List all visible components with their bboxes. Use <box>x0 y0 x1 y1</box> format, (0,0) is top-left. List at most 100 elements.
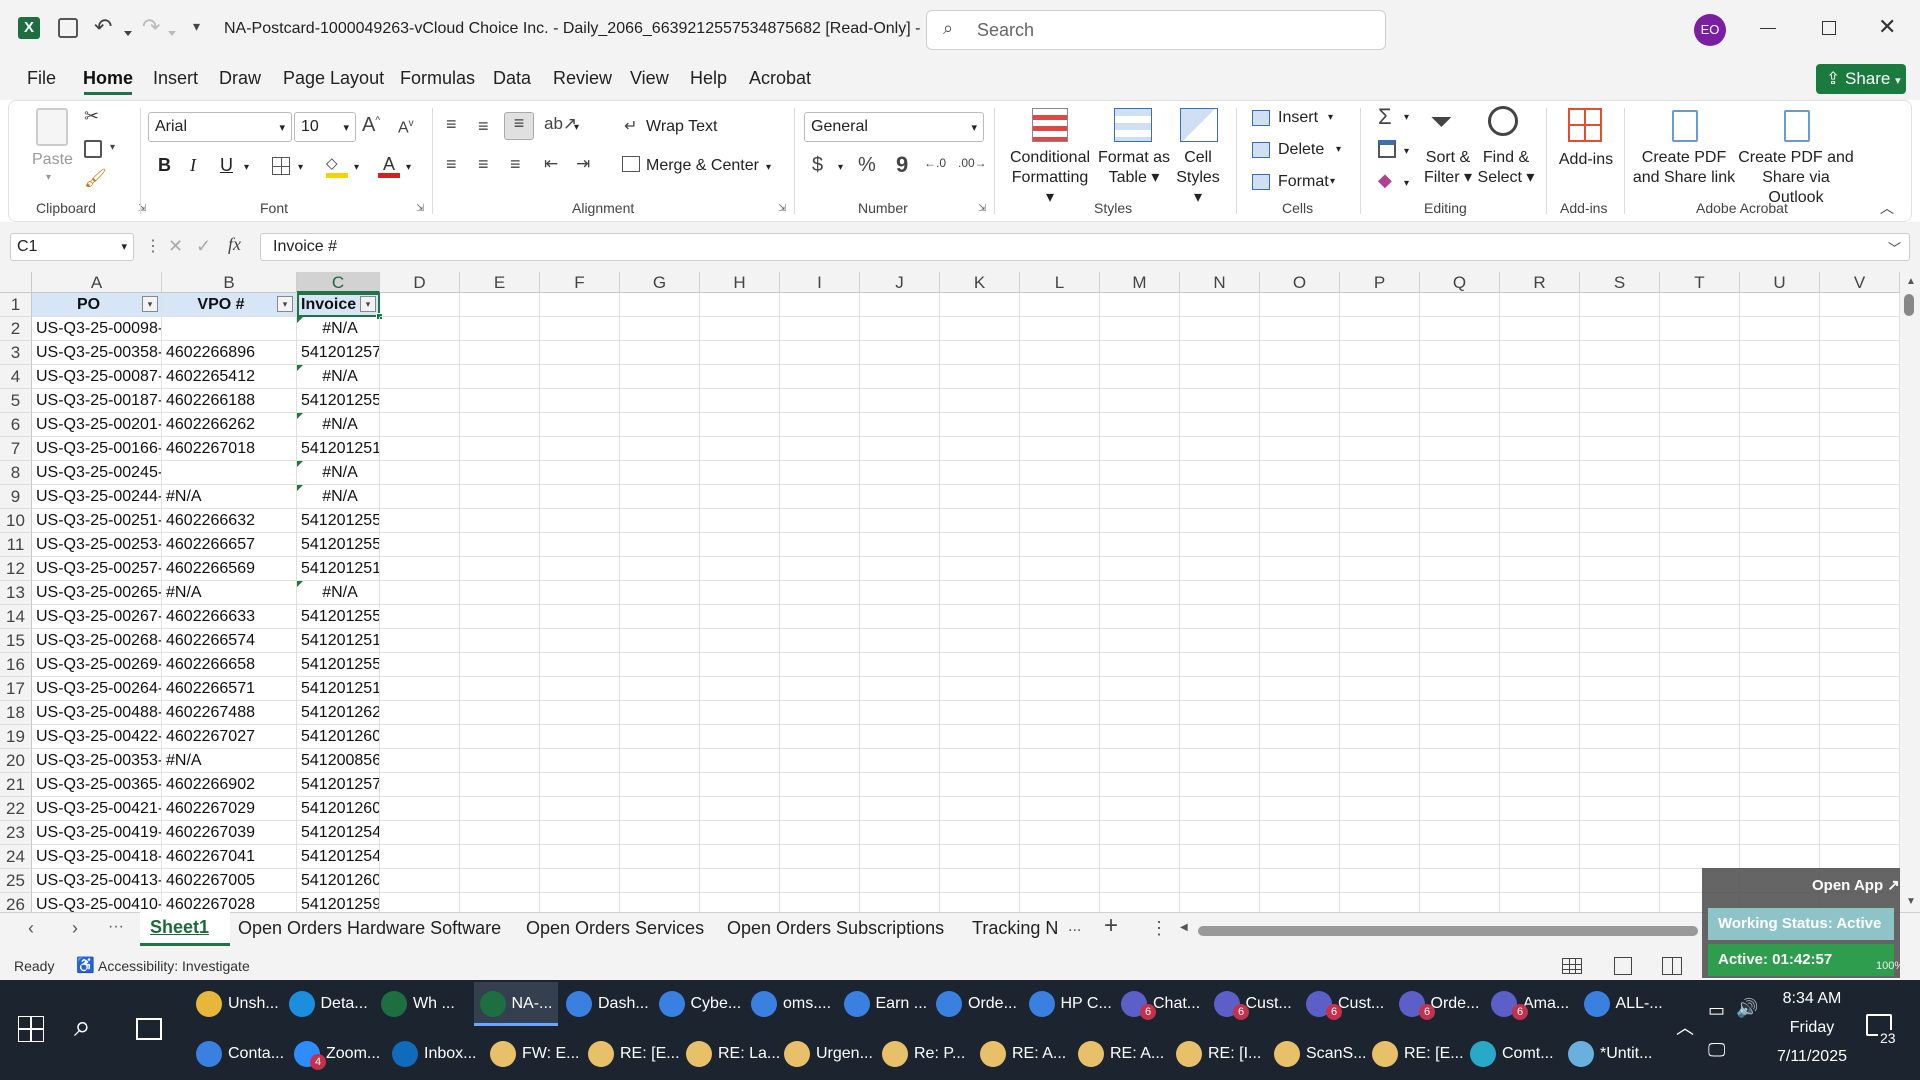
cell-invoice[interactable]: 5412012620 <box>297 701 380 725</box>
scroll-down-icon[interactable]: ▼ <box>1906 896 1916 907</box>
row-header[interactable]: 3 <box>0 341 32 365</box>
cell[interactable] <box>1420 581 1500 605</box>
cell[interactable] <box>540 749 620 773</box>
row-header[interactable]: 25 <box>0 869 32 893</box>
cell[interactable] <box>1660 293 1740 317</box>
cell-po[interactable]: US-Q3-25-00244-P <box>32 485 162 509</box>
cell[interactable] <box>1740 437 1820 461</box>
show-hidden-icons[interactable]: ︿ <box>1676 1014 1694 1040</box>
cell[interactable] <box>620 317 700 341</box>
cell-invoice[interactable]: 5412012574 <box>297 341 380 365</box>
expand-formula-icon[interactable]: ﹀ <box>1888 238 1901 257</box>
cell[interactable] <box>1180 605 1260 629</box>
cell[interactable] <box>1340 557 1420 581</box>
cell[interactable] <box>380 845 460 869</box>
cell[interactable] <box>700 845 780 869</box>
cell[interactable] <box>1340 365 1420 389</box>
cell[interactable] <box>620 773 700 797</box>
cell[interactable] <box>1180 797 1260 821</box>
taskbar-app[interactable]: Cust... <box>1213 982 1292 1026</box>
cell[interactable] <box>1020 341 1100 365</box>
taskbar-app[interactable]: ALL-... <box>1583 982 1663 1026</box>
cell[interactable] <box>1260 749 1340 773</box>
font-color-icon[interactable]: A <box>378 154 400 178</box>
cut-icon[interactable]: ✂ <box>84 106 99 127</box>
cell[interactable] <box>780 677 860 701</box>
cell[interactable] <box>1420 749 1500 773</box>
cell-po[interactable]: US-Q3-25-00488-P <box>32 701 162 725</box>
avatar[interactable]: EO <box>1694 14 1726 46</box>
font-size-select[interactable]: 10 ▾ <box>294 112 356 142</box>
cell[interactable] <box>860 701 940 725</box>
cell[interactable] <box>1100 797 1180 821</box>
underline-button[interactable]: U <box>220 155 233 176</box>
column-header-q[interactable]: Q <box>1420 272 1500 293</box>
row-header[interactable]: 23 <box>0 821 32 845</box>
network-icon[interactable]: 🖵 <box>1708 1040 1725 1061</box>
more-sheets-icon[interactable]: ... <box>1068 918 1081 936</box>
cell[interactable] <box>940 797 1020 821</box>
cell[interactable] <box>540 461 620 485</box>
merge-center-button[interactable]: Merge & Center <box>646 157 759 175</box>
cell[interactable] <box>620 677 700 701</box>
cell-po[interactable]: US-Q3-25-00413-P <box>32 869 162 893</box>
cell[interactable] <box>780 653 860 677</box>
cell[interactable] <box>460 533 540 557</box>
row-header[interactable]: 16 <box>0 653 32 677</box>
cell[interactable] <box>620 821 700 845</box>
cell[interactable] <box>1260 869 1340 893</box>
cell[interactable] <box>540 509 620 533</box>
orientation-dropdown-icon[interactable]: ▾ <box>574 122 579 133</box>
column-header-g[interactable]: G <box>620 272 700 293</box>
decrease-indent-icon[interactable]: ⇤ <box>544 154 558 174</box>
tab-home[interactable]: Home <box>83 68 133 89</box>
cell[interactable] <box>380 629 460 653</box>
cell-po[interactable]: US-Q3-25-00245-P <box>32 461 162 485</box>
cell[interactable] <box>700 797 780 821</box>
row-header[interactable]: 8 <box>0 461 32 485</box>
cell[interactable] <box>1340 629 1420 653</box>
row-header[interactable]: 20 <box>0 749 32 773</box>
increase-font-icon[interactable]: A^ <box>362 114 380 137</box>
cell[interactable] <box>1180 341 1260 365</box>
cell[interactable] <box>1740 293 1820 317</box>
cell[interactable] <box>1020 773 1100 797</box>
cell-styles-button[interactable]: Cell Styles ▾ <box>1170 148 1226 208</box>
cell[interactable] <box>1180 581 1260 605</box>
cell[interactable] <box>1740 581 1820 605</box>
cell[interactable] <box>1660 725 1740 749</box>
cell[interactable] <box>1580 725 1660 749</box>
cell[interactable] <box>700 317 780 341</box>
font-color-dropdown-icon[interactable]: ▾ <box>406 162 411 173</box>
cell[interactable] <box>940 677 1020 701</box>
cell-invoice[interactable]: 5412012579 <box>297 773 380 797</box>
task-view-icon[interactable] <box>136 1018 162 1040</box>
open-app-button[interactable]: Open App ↗ <box>1812 876 1900 894</box>
cell[interactable] <box>780 557 860 581</box>
cell[interactable] <box>540 773 620 797</box>
cell[interactable] <box>1340 821 1420 845</box>
taskbar-app[interactable]: RE: A... <box>1078 1032 1164 1076</box>
cell[interactable] <box>1340 341 1420 365</box>
cell[interactable] <box>380 413 460 437</box>
cell[interactable] <box>700 821 780 845</box>
cell[interactable] <box>380 821 460 845</box>
name-box[interactable]: C1 ▾ <box>10 233 134 261</box>
cell[interactable] <box>860 869 940 893</box>
cell[interactable] <box>1740 629 1820 653</box>
row-header[interactable]: 6 <box>0 413 32 437</box>
cell[interactable] <box>620 365 700 389</box>
cell[interactable] <box>460 749 540 773</box>
tab-insert[interactable]: Insert <box>153 68 198 89</box>
cell[interactable] <box>1260 437 1340 461</box>
cell[interactable] <box>860 341 940 365</box>
cell[interactable] <box>1340 533 1420 557</box>
cell[interactable] <box>1580 533 1660 557</box>
cell[interactable] <box>1260 341 1340 365</box>
cell[interactable] <box>860 749 940 773</box>
cell[interactable] <box>1100 485 1180 509</box>
cell[interactable] <box>1740 317 1820 341</box>
cell[interactable] <box>1020 557 1100 581</box>
cell-invoice[interactable]: 5412012515 <box>297 629 380 653</box>
cell[interactable] <box>1260 365 1340 389</box>
